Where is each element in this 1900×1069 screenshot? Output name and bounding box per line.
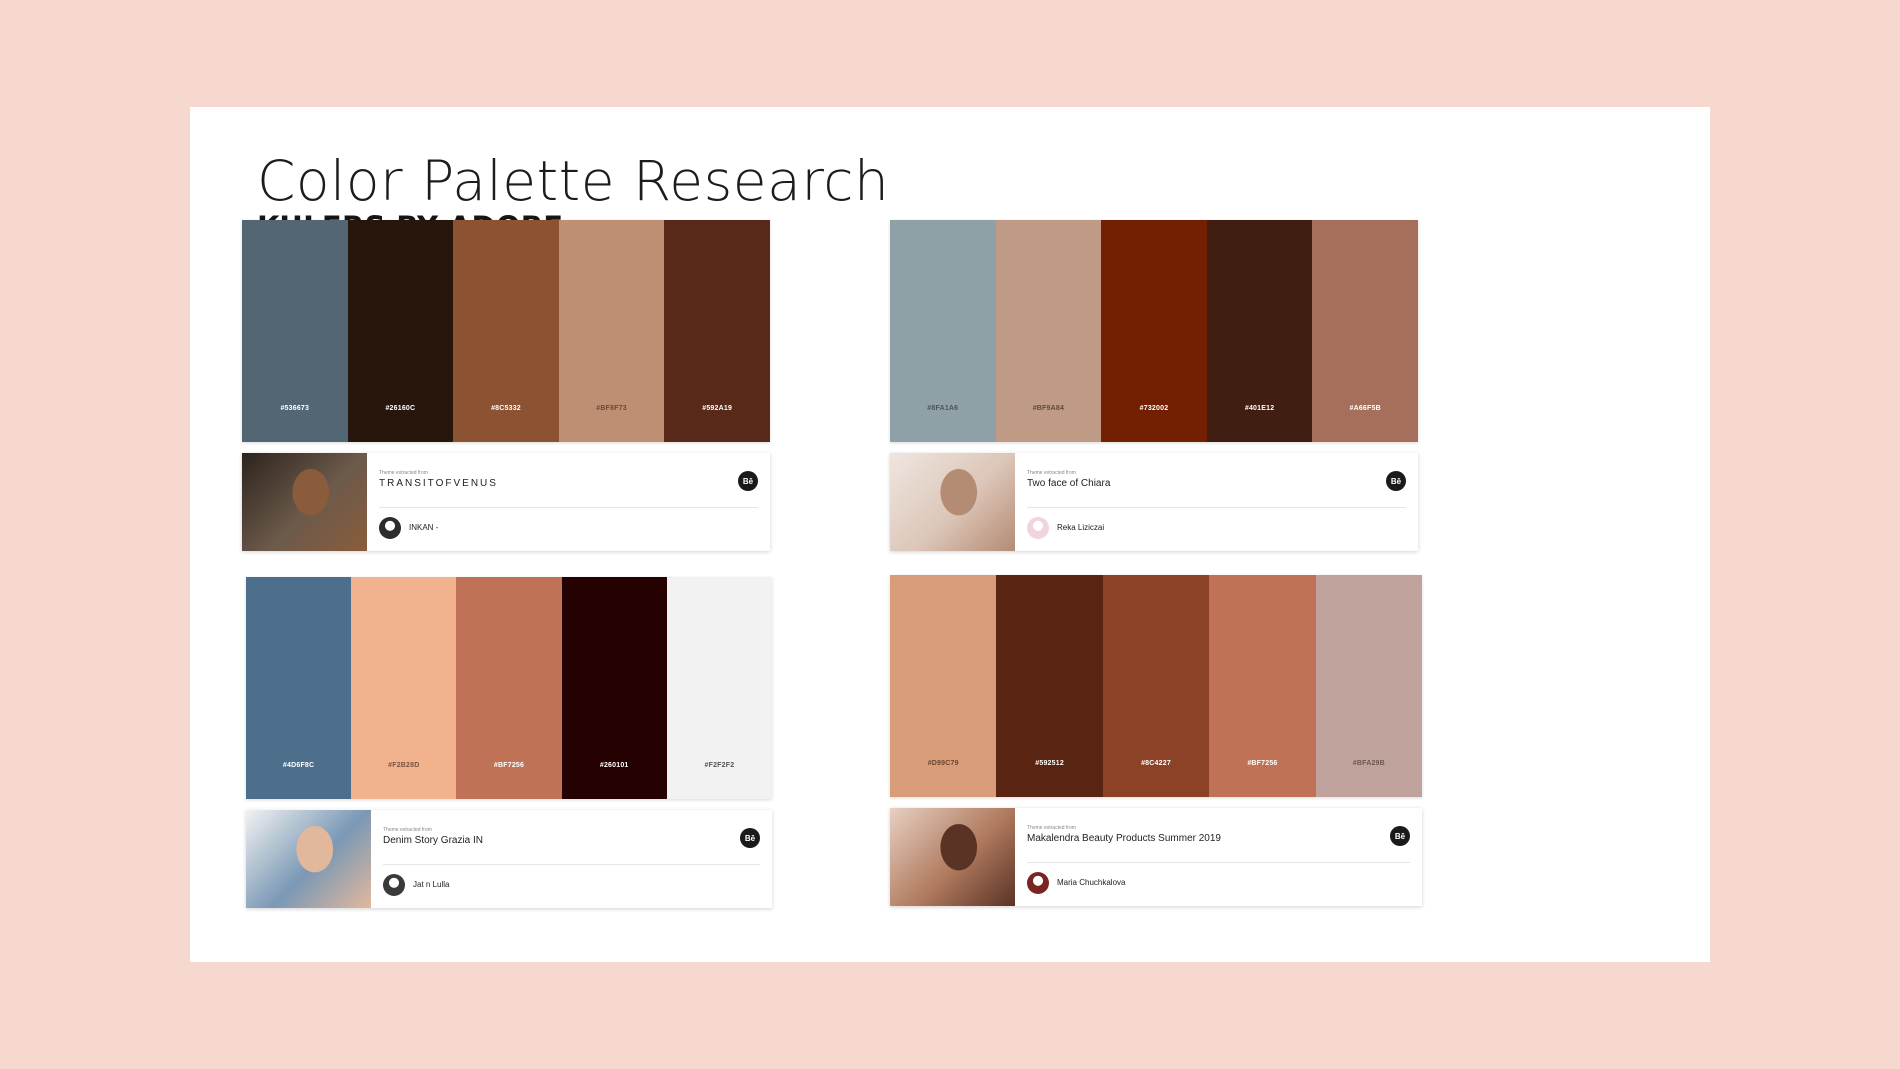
swatch-hex-label: #F2F2F2 [704, 762, 735, 769]
behance-icon[interactable]: Bē [1386, 471, 1406, 491]
color-swatch[interactable]: #8FA1A6 [890, 220, 996, 442]
swatch-hex-label: #BF7256 [1247, 760, 1278, 767]
swatch-hex-label: #BF9A84 [1032, 405, 1065, 412]
swatch-hex-label: #8FA1A6 [927, 405, 959, 412]
color-swatch[interactable]: #8C4227 [1102, 575, 1210, 797]
author-name[interactable]: INKAN - [409, 523, 438, 532]
theme-source-thumbnail[interactable] [242, 453, 367, 551]
theme-source-thumbnail[interactable] [246, 810, 371, 908]
theme-extracted-label: Theme extracted from [383, 827, 432, 833]
behance-icon[interactable]: Bē [1390, 826, 1410, 846]
theme-name[interactable]: Denim Story Grazia IN [383, 835, 483, 846]
page-title: Color Palette Research [257, 149, 890, 213]
color-swatch[interactable]: #26160C [347, 220, 454, 442]
swatch-hex-label: #8C5332 [491, 405, 521, 412]
divider [1027, 507, 1406, 508]
divider [1027, 862, 1410, 863]
swatch-hex-label: #F2B28D [388, 762, 420, 769]
avatar[interactable] [1027, 872, 1049, 894]
color-swatch[interactable]: #592512 [996, 575, 1103, 797]
color-swatch[interactable]: #260101 [561, 577, 667, 799]
swatch-hex-label: #A66F5B [1349, 405, 1381, 412]
palette-swatches: #4D6F8C #F2B28D #BF7256 #260101 #F2F2F2 [246, 577, 773, 799]
palette-info-bar: Theme extracted from Two face of Chiara Bē… [890, 453, 1418, 551]
theme-extracted-label: Theme extracted from [379, 470, 428, 476]
divider [383, 864, 760, 865]
theme-source-thumbnail[interactable] [890, 808, 1015, 906]
swatch-hex-label: #592512 [1035, 760, 1064, 767]
palette-card[interactable]: #4D6F8C #F2B28D #BF7256 #260101 #F2F2F2 Theme… [246, 577, 773, 908]
swatch-hex-label: #592A19 [702, 405, 733, 412]
color-swatch[interactable]: #401E12 [1206, 220, 1313, 442]
swatch-hex-label: #BFA29B [1352, 760, 1385, 767]
color-swatch[interactable]: #D99C79 [890, 575, 997, 797]
avatar[interactable] [1027, 517, 1049, 539]
theme-name[interactable]: TRANSITOFVENUS [379, 478, 498, 489]
palette-card[interactable]: #8FA1A6 #BF9A84 #732002 #401E12 #A66F5B Theme… [890, 220, 1418, 551]
color-swatch[interactable]: #BF7256 [1209, 575, 1316, 797]
divider [379, 507, 758, 508]
swatch-hex-label: #732002 [1139, 405, 1169, 412]
color-swatch[interactable]: #732002 [1101, 220, 1207, 442]
swatch-hex-label: #4D6F8C [282, 762, 315, 769]
swatch-hex-label: #26160C [385, 405, 416, 412]
palette-info-bar: Theme extracted from Makalendra Beauty Pr… [890, 808, 1422, 906]
theme-name[interactable]: Makalendra Beauty Products Summer 2019 [1027, 833, 1221, 844]
behance-icon[interactable]: Bē [738, 471, 758, 491]
swatch-hex-label: #401E12 [1244, 405, 1275, 412]
palette-card[interactable]: #D99C79 #592512 #8C4227 #BF7256 #BFA29B Theme… [890, 575, 1423, 906]
author-name[interactable]: Jat n Lulla [413, 880, 449, 889]
theme-extracted-label: Theme extracted from [1027, 470, 1076, 476]
palette-info-bar: Theme extracted from Denim Story Grazia I… [246, 810, 772, 908]
color-swatch[interactable]: #A66F5B [1312, 220, 1418, 442]
color-swatch[interactable]: #592A19 [664, 220, 770, 442]
theme-name[interactable]: Two face of Chiara [1027, 478, 1110, 489]
color-swatch[interactable]: #536673 [242, 220, 348, 442]
color-swatch[interactable]: #BF9A84 [995, 220, 1102, 442]
color-swatch[interactable]: #BF7256 [456, 577, 562, 799]
color-swatch[interactable]: #F2F2F2 [666, 577, 773, 799]
author-name[interactable]: Maria Chuchkalova [1057, 878, 1125, 887]
color-swatch[interactable]: #F2B28D [351, 577, 457, 799]
palette-info-bar: Theme extracted from TRANSITOFVENUS Bē INKA… [242, 453, 770, 551]
theme-extracted-label: Theme extracted from [1027, 825, 1076, 831]
theme-source-thumbnail[interactable] [890, 453, 1015, 551]
palette-swatches: #D99C79 #592512 #8C4227 #BF7256 #BFA29B [890, 575, 1423, 797]
avatar[interactable] [379, 517, 401, 539]
swatch-hex-label: #536673 [280, 405, 310, 412]
swatch-hex-label: #D99C79 [927, 760, 959, 767]
swatch-hex-label: #BF7256 [493, 762, 525, 769]
author-name[interactable]: Reka Liziczai [1057, 523, 1104, 532]
slide-card: Color Palette Research KULERS BY ADOBE #… [190, 107, 1710, 962]
color-swatch[interactable]: #BF8F73 [558, 220, 665, 442]
palette-swatches: #536673 #26160C #8C5332 #BF8F73 #592A19 [242, 220, 770, 442]
palette-swatches: #8FA1A6 #BF9A84 #732002 #401E12 #A66F5B [890, 220, 1418, 442]
color-swatch[interactable]: #BFA29B [1315, 575, 1423, 797]
swatch-hex-label: #8C4227 [1141, 760, 1171, 767]
palette-card[interactable]: #536673 #26160C #8C5332 #BF8F73 #592A19 Theme… [242, 220, 770, 551]
swatch-hex-label: #260101 [599, 762, 629, 769]
color-swatch[interactable]: #8C5332 [453, 220, 559, 442]
color-swatch[interactable]: #4D6F8C [246, 577, 352, 799]
behance-icon[interactable]: Bē [740, 828, 760, 848]
swatch-hex-label: #BF8F73 [596, 405, 627, 412]
avatar[interactable] [383, 874, 405, 896]
